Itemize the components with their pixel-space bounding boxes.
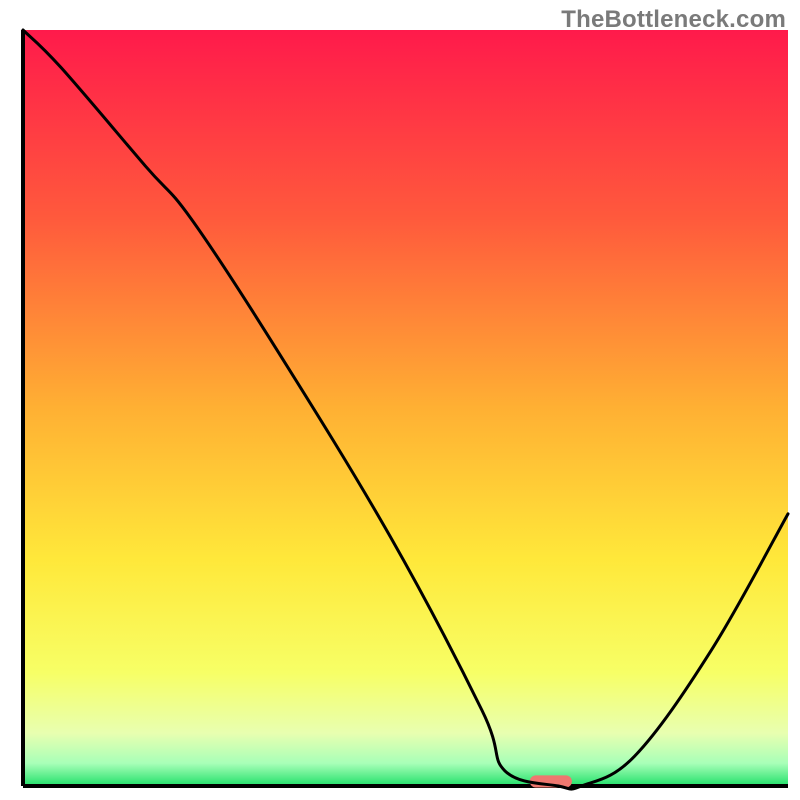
bottleneck-chart [0,0,800,800]
chart-container: TheBottleneck.com [0,0,800,800]
plot-background [23,30,788,786]
attribution-label: TheBottleneck.com [561,6,786,34]
